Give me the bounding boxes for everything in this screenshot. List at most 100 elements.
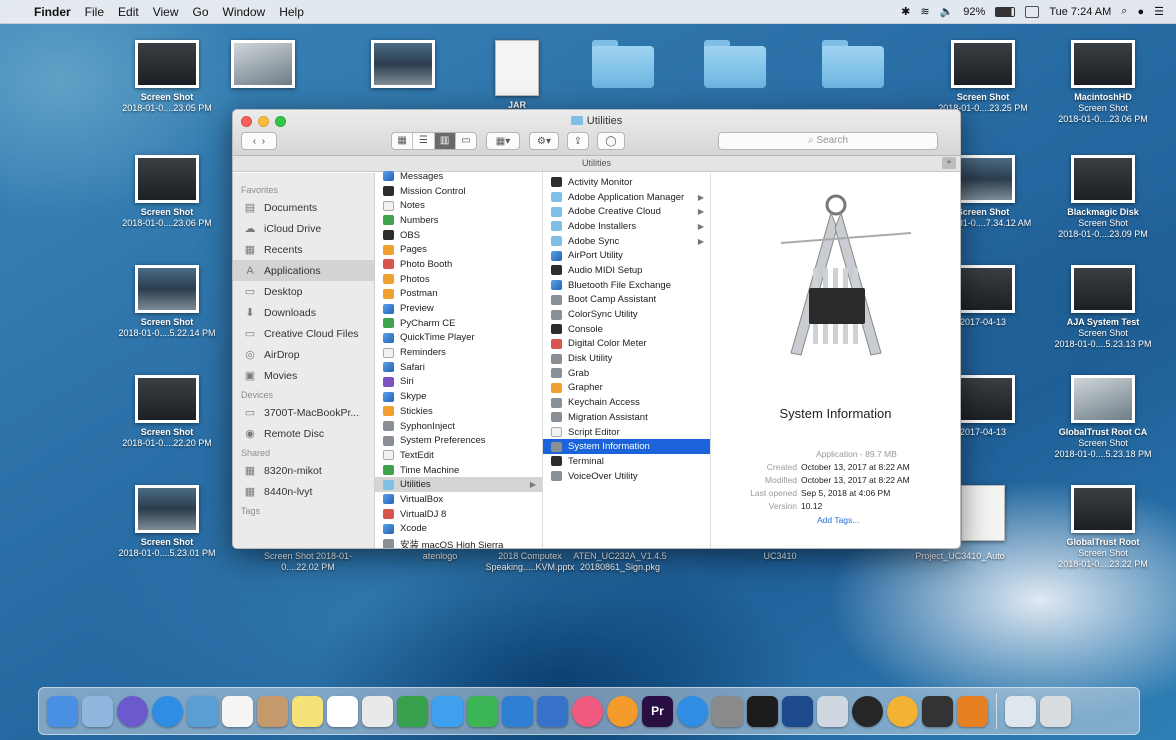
app-store-icon[interactable] xyxy=(677,695,708,727)
desktop-icon[interactable]: MacintoshHD Screen Shot 2018-01-0....23.06… xyxy=(1048,40,1158,125)
sidebar-item-movies[interactable]: ▣ Movies xyxy=(233,365,374,386)
list-item[interactable]: Postman xyxy=(375,287,542,302)
list-item[interactable]: Photos xyxy=(375,272,542,287)
safari-icon[interactable] xyxy=(152,695,183,727)
list-item[interactable]: OBS xyxy=(375,228,542,243)
list-item[interactable]: ColorSync Utility xyxy=(543,307,710,322)
list-item[interactable]: Migration Assistant xyxy=(543,410,710,425)
tab-title[interactable]: Utilities xyxy=(582,158,611,168)
terminal-icon[interactable] xyxy=(747,695,778,727)
facetime-icon[interactable] xyxy=(467,695,498,727)
reminders-icon[interactable] xyxy=(327,695,358,727)
virtualbox-icon[interactable] xyxy=(782,695,813,727)
ibooks-icon[interactable] xyxy=(607,695,638,727)
keynote-icon[interactable] xyxy=(537,695,568,727)
battery-percent[interactable]: 92% xyxy=(963,6,985,18)
list-item[interactable]: Digital Color Meter xyxy=(543,337,710,352)
list-item[interactable]: Grab xyxy=(543,366,710,381)
list-item[interactable]: Reminders xyxy=(375,345,542,360)
desktop-icon[interactable]: Screen Shot 2018-01-0....23.05 PM xyxy=(112,40,222,114)
obs-icon[interactable] xyxy=(852,695,883,727)
desktop-icon-label[interactable]: Project_UC3410_Auto xyxy=(900,551,1020,562)
back-icon[interactable]: ‹ xyxy=(253,136,256,147)
list-item[interactable]: Notes xyxy=(375,198,542,213)
list-view-button[interactable]: ☰ xyxy=(413,133,435,149)
numbers-icon[interactable] xyxy=(397,695,428,727)
sidebar-item-creative-cloud-files[interactable]: ▭ Creative Cloud Files xyxy=(233,323,374,344)
list-item[interactable]: System Preferences xyxy=(375,433,542,448)
list-item[interactable]: AirPort Utility xyxy=(543,248,710,263)
spotlight-icon[interactable]: ⌕ xyxy=(1121,5,1127,18)
list-item[interactable]: Activity Monitor xyxy=(543,175,710,190)
sidebar-item-recents[interactable]: ▦ Recents xyxy=(233,239,374,260)
migration-icon[interactable] xyxy=(817,695,848,727)
itunes-icon[interactable] xyxy=(572,695,603,727)
list-item[interactable]: TextEdit xyxy=(375,448,542,463)
search-field[interactable]: ⌕ Search xyxy=(718,132,938,150)
calendar-icon[interactable] xyxy=(222,695,253,727)
menu-app-finder[interactable]: Finder xyxy=(34,5,71,19)
list-item[interactable]: PyCharm CE xyxy=(375,316,542,331)
desktop-icon[interactable] xyxy=(208,40,318,92)
add-tags-link[interactable]: Add Tags... xyxy=(817,515,859,525)
list-item[interactable]: Stickies xyxy=(375,404,542,419)
downloads-stack-icon[interactable] xyxy=(1005,695,1036,727)
desktop-icon[interactable]: GlobalTrust Root Screen Shot 2018-01-0....… xyxy=(1048,485,1158,570)
premiere-icon[interactable]: Pr xyxy=(642,695,673,727)
list-item[interactable]: Adobe Application Manager ▶ xyxy=(543,190,710,205)
list-item[interactable]: Siri xyxy=(375,375,542,390)
notification-center-icon[interactable]: ☰ xyxy=(1154,5,1164,18)
desktop-icon[interactable] xyxy=(348,40,458,92)
volume-icon[interactable]: 🔈 xyxy=(940,5,954,18)
arrange-button[interactable]: ▦▾ xyxy=(486,132,520,150)
desktop-icon[interactable]: Blackmagic Disk Screen Shot 2018-01-0....2… xyxy=(1048,155,1158,240)
sidebar-item-documents[interactable]: ▤ Documents xyxy=(233,197,374,218)
list-item[interactable]: Script Editor xyxy=(543,425,710,440)
notes-icon[interactable] xyxy=(292,695,323,727)
menu-help[interactable]: Help xyxy=(279,5,304,19)
console-icon[interactable] xyxy=(922,695,953,727)
list-item[interactable]: Time Machine xyxy=(375,463,542,478)
chrome-icon[interactable] xyxy=(887,695,918,727)
list-item[interactable]: Skype xyxy=(375,389,542,404)
desktop-icon-label[interactable]: ATEN_UC232A_V1.4.5 20180861_Sign.pkg xyxy=(560,551,680,573)
contacts-icon[interactable] xyxy=(257,695,288,727)
list-item[interactable]: Xcode xyxy=(375,522,542,537)
system-preferences-icon[interactable] xyxy=(712,695,743,727)
photos-icon[interactable] xyxy=(82,695,113,727)
list-item[interactable]: Utilities ▶ xyxy=(375,477,542,493)
list-item[interactable]: QuickTime Player xyxy=(375,331,542,346)
list-item[interactable]: Bluetooth File Exchange xyxy=(543,278,710,293)
list-item[interactable]: Boot Camp Assistant xyxy=(543,293,710,308)
list-item[interactable]: VirtualBox xyxy=(375,492,542,507)
menu-edit[interactable]: Edit xyxy=(118,5,139,19)
sidebar-item-desktop[interactable]: ▭ Desktop xyxy=(233,281,374,302)
xcode-icon[interactable] xyxy=(957,695,988,727)
sidebar-item-8320n-mikot[interactable]: ▦ 8320n-mikot xyxy=(233,460,374,481)
list-item[interactable]: VoiceOver Utility xyxy=(543,469,710,484)
list-item[interactable]: 安装 macOS High Sierra xyxy=(375,536,542,548)
new-tab-button[interactable]: + xyxy=(942,157,956,169)
desktop-icon[interactable]: AJA System Test Screen Shot 2018-01-0....5… xyxy=(1048,265,1158,350)
bluetooth-icon[interactable]: ✱ xyxy=(901,5,910,18)
desktop-icon[interactable] xyxy=(680,40,790,92)
desktop-icon[interactable]: Screen Shot 2018-01-0....5.23.01 PM xyxy=(112,485,222,559)
finder-icon[interactable] xyxy=(47,695,78,727)
list-item[interactable]: Audio MIDI Setup xyxy=(543,263,710,278)
sidebar-item-8440n-lvyt[interactable]: ▦ 8440n-lvyt xyxy=(233,481,374,502)
trash-icon[interactable] xyxy=(1040,695,1071,727)
tag-button[interactable]: ◯ xyxy=(597,132,625,150)
desktop-icon[interactable]: Screen Shot 2018-01-0....23.06 PM xyxy=(112,155,222,229)
list-item[interactable]: Numbers xyxy=(375,213,542,228)
list-item[interactable]: System Information xyxy=(543,439,710,455)
share-button[interactable]: ⇪ xyxy=(567,132,589,150)
list-item[interactable]: Preview xyxy=(375,301,542,316)
menu-go[interactable]: Go xyxy=(193,5,209,19)
list-item[interactable]: Messages xyxy=(375,169,542,184)
desktop-icon[interactable]: Screen Shot 2018-01-0....22.20 PM xyxy=(112,375,222,449)
forward-icon[interactable]: › xyxy=(262,136,265,147)
sidebar-item-3700t-macbookpr-[interactable]: ▭ 3700T-MacBookPr... xyxy=(233,402,374,423)
siri-icon[interactable] xyxy=(117,695,148,727)
wifi-icon[interactable]: ≋ xyxy=(920,5,929,18)
menubar-clock[interactable]: Tue 7:24 AM xyxy=(1049,6,1111,18)
